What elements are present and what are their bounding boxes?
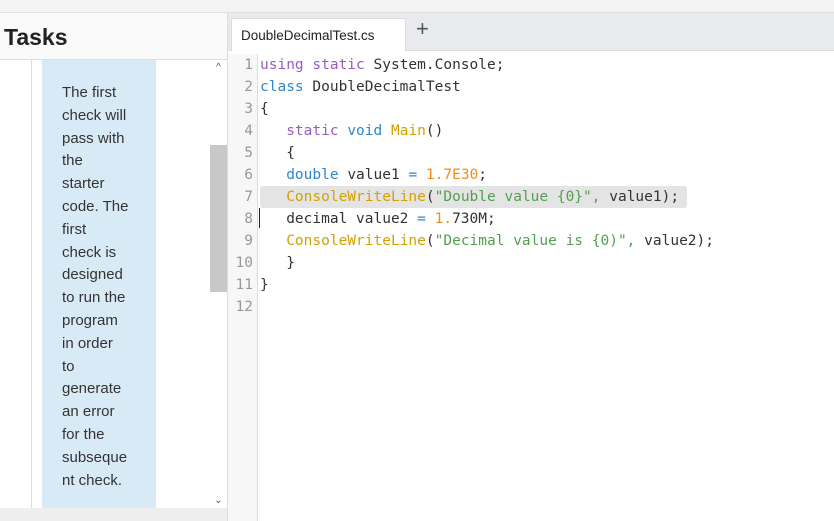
line-number: 3: [244, 101, 253, 117]
note-line: check will: [62, 106, 127, 124]
bottom-bar: [0, 508, 227, 521]
code-token: }: [260, 277, 269, 293]
code-token: double: [286, 167, 339, 183]
code-token: DoubleDecimalTest: [303, 79, 461, 95]
code-token: static: [286, 123, 339, 139]
scroll-up-icon[interactable]: ^: [210, 62, 227, 73]
code-line[interactable]: }: [260, 252, 303, 274]
scrollbar-thumb[interactable]: [210, 145, 227, 292]
tab-double-decimal-test[interactable]: DoubleDecimalTest.cs: [231, 18, 406, 51]
divider: [31, 60, 32, 508]
code-token: 730M;: [452, 211, 496, 227]
top-bar: [0, 0, 834, 13]
line-number: 2: [244, 79, 253, 95]
code-token: =: [417, 211, 426, 227]
code-token: value1: [338, 167, 409, 183]
code-line[interactable]: ConsoleWriteLine("Decimal value is {0)",…: [260, 230, 722, 252]
line-number-gutter: 1 2 3 4 5 6 7 8 9 10 11 12: [228, 54, 258, 521]
code-token: value2);: [635, 233, 714, 249]
code-token: 1.7E30: [425, 167, 479, 183]
line-number: 9: [244, 233, 253, 249]
code-line[interactable]: double value1 = 1.7E30;: [260, 164, 495, 186]
code-token: "Decimal value is {0)",: [434, 233, 636, 249]
code-line[interactable]: }: [260, 274, 277, 296]
line-number: 7: [244, 189, 253, 205]
line-number: 4: [244, 123, 253, 139]
code-line[interactable]: ConsoleWriteLine("Double value {0}", val…: [260, 186, 688, 208]
note-line: designed: [62, 266, 123, 284]
code-editor[interactable]: 1 2 3 4 5 6 7 8 9 10 11 12 using static System.Cons…: [228, 54, 834, 521]
line-number: 12: [235, 299, 253, 315]
note-line: code. The: [62, 197, 129, 215]
note-line: nt check.: [62, 471, 123, 489]
line-number: 11: [235, 277, 253, 293]
code-area[interactable]: using static System.Console; class Double…: [260, 54, 722, 318]
code-line[interactable]: class DoubleDecimalTest: [260, 76, 469, 98]
code-token: ;: [478, 167, 488, 183]
note-line: generate: [62, 380, 122, 398]
code-token: ConsoleWriteLine: [286, 233, 426, 249]
line-number: 10: [235, 255, 253, 271]
line-number: 1: [244, 57, 253, 73]
code-line[interactable]: [260, 296, 722, 318]
code-token: class: [260, 79, 304, 95]
note-line: starter: [62, 175, 105, 193]
code-token: (: [425, 189, 435, 205]
code-token: static: [312, 57, 365, 73]
code-token: decimal value2: [260, 211, 418, 227]
code-line[interactable]: static void Main(): [260, 120, 451, 142]
tasks-title: Tasks: [0, 13, 227, 60]
code-token: value1);: [600, 189, 680, 205]
note-line: The first: [62, 84, 117, 101]
text-cursor: [259, 208, 260, 228]
line-number: 8: [244, 211, 253, 227]
code-token: Main: [390, 123, 426, 139]
note-line: the: [62, 152, 83, 170]
note-line: first: [62, 220, 87, 238]
line-number: 6: [244, 167, 253, 183]
code-token: ConsoleWriteLine: [286, 189, 426, 205]
note-line: to: [62, 357, 75, 375]
note-line: an error: [62, 403, 115, 421]
code-token: void: [347, 123, 383, 139]
code-token: using: [260, 57, 304, 73]
code-token: (): [425, 123, 444, 139]
note-line: subseque: [62, 448, 128, 466]
code-line[interactable]: decimal value2 = 1.730M;: [260, 208, 504, 230]
tasks-panel: Tasks The first check will pass with the sta…: [0, 13, 228, 521]
task-note: The first check will pass with the starter co…: [42, 60, 156, 508]
note-line: for the: [62, 425, 105, 443]
scroll-down-icon[interactable]: ⌄: [210, 495, 227, 506]
code-token: {: [260, 101, 269, 117]
scrollbar[interactable]: ^ ⌄: [210, 60, 227, 508]
note-line: check is: [62, 243, 117, 261]
code-token: }: [260, 255, 295, 271]
code-token: "Double value {0}",: [434, 189, 601, 205]
code-line[interactable]: {: [260, 98, 277, 120]
line-number: 5: [244, 145, 253, 161]
code-line[interactable]: using static System.Console;: [260, 54, 512, 76]
code-token: =: [408, 167, 418, 183]
add-tab-button[interactable]: +: [416, 16, 429, 42]
code-token: {: [260, 145, 295, 161]
tab-bar: DoubleDecimalTest.cs +: [228, 13, 834, 51]
note-line: to run the: [62, 289, 126, 307]
code-token: 1.: [434, 211, 453, 227]
note-line: program: [62, 311, 118, 329]
note-line: pass with: [62, 129, 125, 147]
code-token: System.Console;: [364, 57, 505, 73]
note-line: in order: [62, 334, 113, 352]
code-token: (: [425, 233, 435, 249]
code-line[interactable]: {: [260, 142, 303, 164]
